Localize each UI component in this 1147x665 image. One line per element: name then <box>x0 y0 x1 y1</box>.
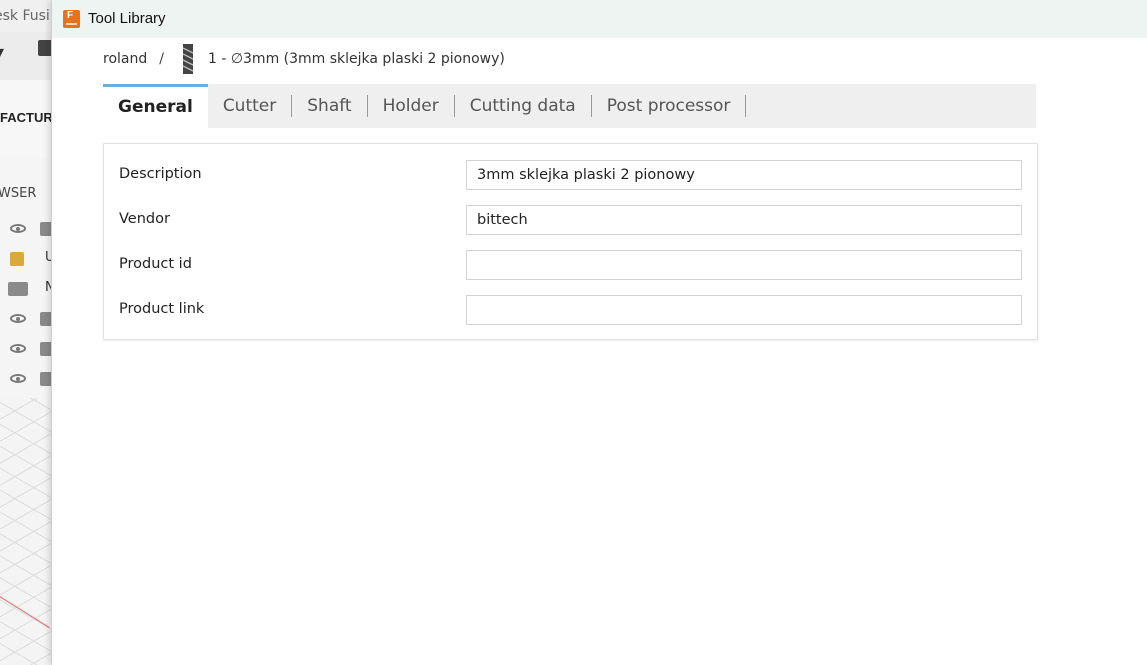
eye-icon[interactable] <box>10 344 26 353</box>
product-id-label: Product id <box>119 256 192 272</box>
eye-icon[interactable] <box>10 224 26 233</box>
product-id-row: Product id <box>104 242 1037 287</box>
tab-cutter[interactable]: Cutter <box>208 84 291 128</box>
breadcrumb-tool-name: 1 - ∅3mm (3mm sklejka plaski 2 pionowy) <box>207 51 505 67</box>
description-label: Description <box>119 166 202 182</box>
folder-icon <box>8 282 28 296</box>
tab-divider <box>745 95 747 117</box>
eye-hidden-icon[interactable] <box>10 314 26 323</box>
eye-icon[interactable] <box>10 374 26 383</box>
end-mill-tool-icon <box>182 44 194 74</box>
tab-holder[interactable]: Holder <box>368 84 454 128</box>
units-icon <box>10 252 24 266</box>
tab-post-processor[interactable]: Post processor <box>592 84 746 128</box>
product-link-input[interactable] <box>466 295 1022 325</box>
description-row: Description <box>104 152 1037 197</box>
breadcrumb: roland / 1 - ∅3mm (3mm sklejka plaski 2 … <box>103 44 505 74</box>
browser-title: WSER <box>0 186 37 201</box>
vendor-label: Vendor <box>119 211 170 227</box>
tab-bar: General Cutter Shaft Holder Cutting data… <box>103 84 1036 131</box>
vendor-input[interactable] <box>466 205 1022 235</box>
background-app-title: esk Fusi <box>0 8 50 24</box>
dialog-title: Tool Library <box>88 10 166 27</box>
general-properties-panel: Description Vendor Product id Product li… <box>103 143 1038 340</box>
breadcrumb-separator: / <box>159 51 164 67</box>
tab-cutting-data[interactable]: Cutting data <box>455 84 591 128</box>
product-link-label: Product link <box>119 301 205 317</box>
product-id-input[interactable] <box>466 250 1022 280</box>
product-link-row: Product link <box>104 287 1037 332</box>
tool-library-dialog: Tool Library roland / 1 - ∅3mm (3mm skle… <box>51 0 1147 665</box>
dialog-title-bar[interactable]: Tool Library <box>52 0 1147 38</box>
vendor-row: Vendor <box>104 197 1037 242</box>
background-menu-dropdown-icon[interactable]: ▾ <box>0 42 4 61</box>
dialog-body: roland / 1 - ∅3mm (3mm sklejka plaski 2 … <box>52 38 1057 665</box>
workspace-label[interactable]: FACTUR <box>0 110 53 125</box>
fusion-app-icon <box>63 10 80 28</box>
tab-shaft[interactable]: Shaft <box>292 84 366 128</box>
description-input[interactable] <box>466 160 1022 190</box>
tab-general[interactable]: General <box>103 84 208 131</box>
breadcrumb-library[interactable]: roland <box>103 51 147 67</box>
